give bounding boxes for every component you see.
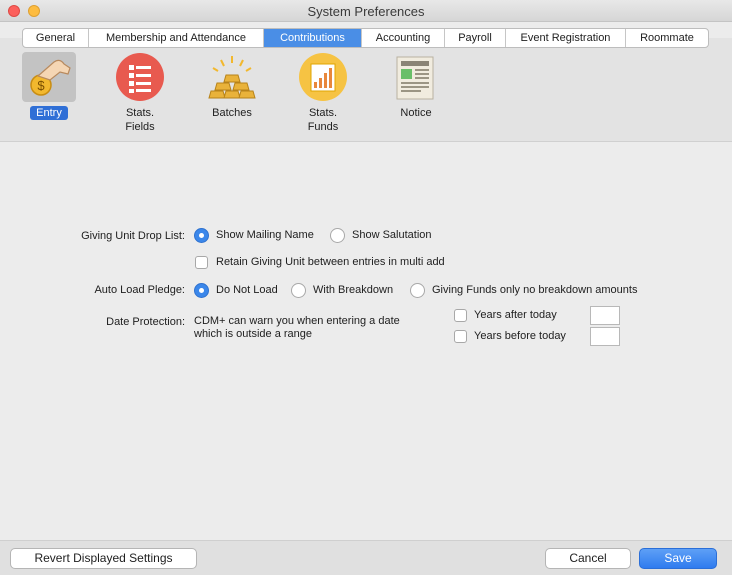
bar-chart-icon <box>299 53 347 101</box>
svg-text:$: $ <box>37 78 45 93</box>
tab-membership-and-attendance[interactable]: Membership and Attendance <box>89 29 264 47</box>
tab-accounting[interactable]: Accounting <box>362 29 445 47</box>
toolbar-item-batches[interactable]: Batches <box>205 52 259 120</box>
auto-load-pledge-label: Auto Load Pledge: <box>94 284 185 296</box>
retain-giving-unit-label: Retain Giving Unit between entries in mu… <box>216 256 445 268</box>
giving-funds-only-label: Giving Funds only no breakdown amounts <box>432 284 638 296</box>
giving-unit-label: Giving Unit Drop List: <box>81 230 185 242</box>
toolbar-item-stats-fields[interactable]: Stats. Fields <box>106 52 174 134</box>
toolbar-item-entry[interactable]: $ Entry <box>22 52 76 120</box>
date-protection-description-line2: which is outside a range <box>194 328 313 340</box>
tab-roommate[interactable]: Roommate <box>626 29 708 47</box>
toolbar-item-label: Batches <box>212 107 252 119</box>
newspaper-icon <box>396 56 434 100</box>
toolbar-item-stats-funds[interactable]: Stats. Funds <box>288 52 358 134</box>
revert-displayed-settings-button[interactable]: Revert Displayed Settings <box>10 548 197 569</box>
gold-bars-icon <box>208 56 256 99</box>
bottom-button-bar: Revert Displayed Settings Cancel Save <box>0 540 732 575</box>
toolbar-item-label: Stats. Funds <box>307 107 339 133</box>
years-before-today-field[interactable] <box>590 327 620 346</box>
years-after-today-label: Years after today <box>474 309 557 321</box>
years-before-today-checkbox[interactable] <box>454 330 467 343</box>
toolbar-item-label: Notice <box>400 107 432 119</box>
show-salutation-radio[interactable] <box>330 228 345 243</box>
tab-event-registration[interactable]: Event Registration <box>506 29 626 47</box>
do-not-load-label: Do Not Load <box>216 284 278 296</box>
tab-general[interactable]: General <box>23 29 89 47</box>
retain-giving-unit-checkbox[interactable] <box>195 256 208 269</box>
years-after-today-checkbox[interactable] <box>454 309 467 322</box>
preferences-tab-bar: General Membership and Attendance Contri… <box>22 28 709 48</box>
toolbar-panel: $ Entry Stats. Fields Batches Stats. Fun… <box>0 38 732 142</box>
with-breakdown-radio[interactable] <box>291 283 306 298</box>
giving-funds-only-radio[interactable] <box>410 283 425 298</box>
toolbar-item-label: Stats. Fields <box>125 107 155 133</box>
hand-coin-icon: $ <box>30 59 71 96</box>
title-bar: System Preferences <box>0 0 732 22</box>
show-mailing-name-label: Show Mailing Name <box>216 229 314 241</box>
tab-contributions[interactable]: Contributions <box>264 29 362 47</box>
show-salutation-label: Show Salutation <box>352 229 432 241</box>
list-fields-icon <box>116 53 164 101</box>
date-protection-label: Date Protection: <box>106 316 185 328</box>
date-protection-description-line1: CDM+ can warn you when entering a date <box>194 315 400 327</box>
toolbar-item-label: Entry <box>30 106 68 120</box>
with-breakdown-label: With Breakdown <box>313 284 394 296</box>
do-not-load-radio[interactable] <box>194 283 209 298</box>
years-after-today-field[interactable] <box>590 306 620 325</box>
years-before-today-label: Years before today <box>474 330 566 342</box>
cancel-button[interactable]: Cancel <box>545 548 631 569</box>
show-mailing-name-radio[interactable] <box>194 228 209 243</box>
tab-payroll[interactable]: Payroll <box>445 29 506 47</box>
toolbar-item-notice[interactable]: Notice <box>390 52 442 120</box>
window-title: System Preferences <box>307 4 425 19</box>
save-button[interactable]: Save <box>639 548 717 569</box>
